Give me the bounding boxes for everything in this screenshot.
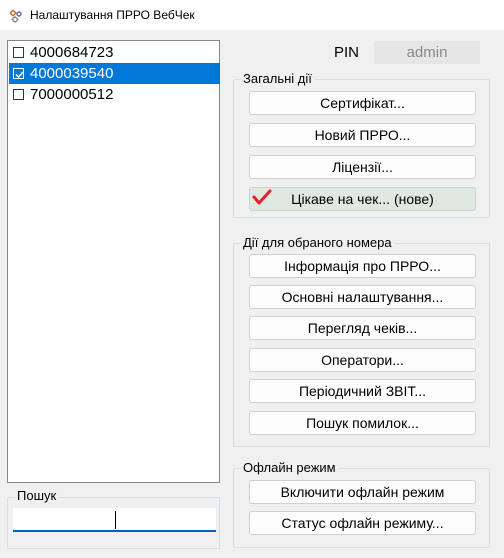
certificate-button[interactable]: Сертифікат... (249, 91, 476, 115)
periodic-report-button[interactable]: Періодичний ЗВІТ... (249, 379, 476, 403)
pin-field[interactable]: admin (374, 41, 480, 64)
general-actions-title: Загальні дії (241, 71, 314, 86)
title-bar: Налаштування ПРРО ВебЧек (0, 0, 504, 30)
search-label: Пошук (15, 488, 59, 503)
prro-number: 4000684723 (30, 44, 114, 61)
receipt-extras-button[interactable]: Цікаве на чек... (нове) (249, 187, 476, 211)
pin-label: PIN (334, 44, 360, 61)
enable-offline-button[interactable]: Включити офлайн режим (249, 480, 476, 504)
find-errors-button[interactable]: Пошук помилок... (249, 411, 476, 435)
offline-mode-title: Офлайн режим (241, 460, 338, 475)
window-title: Налаштування ПРРО ВебЧек (30, 8, 195, 22)
list-item[interactable]: 7000000512 (9, 84, 220, 105)
operators-button[interactable]: Оператори... (249, 348, 476, 372)
checkbox[interactable] (13, 89, 24, 100)
prro-number: 7000000512 (30, 86, 114, 103)
app-gear-icon (9, 9, 22, 23)
new-prro-button[interactable]: Новий ПРРО... (249, 123, 476, 147)
licenses-button[interactable]: Ліцензії... (249, 155, 476, 179)
prro-number: 4000039540 (30, 65, 114, 82)
checkbox-checked[interactable] (13, 68, 24, 79)
list-item[interactable]: 4000684723 (9, 42, 220, 63)
view-receipts-button[interactable]: Перегляд чеків... (249, 316, 476, 340)
red-check-icon (252, 189, 272, 205)
receipt-extras-label: Цікаве на чек... (нове) (291, 191, 434, 207)
text-caret (115, 511, 116, 529)
prro-number-list[interactable]: 4000684723 4000039540 7000000512 (7, 40, 220, 483)
offline-status-button[interactable]: Статус офлайн режиму... (249, 511, 476, 535)
prro-info-button[interactable]: Інформація про ПРРО... (249, 254, 476, 278)
checkmark-icon (15, 71, 24, 79)
list-item[interactable]: 4000039540 (9, 63, 220, 84)
main-settings-button[interactable]: Основні налаштування... (249, 285, 476, 309)
checkbox[interactable] (13, 47, 24, 58)
selected-number-actions-title: Дії для обраного номера (241, 235, 394, 250)
